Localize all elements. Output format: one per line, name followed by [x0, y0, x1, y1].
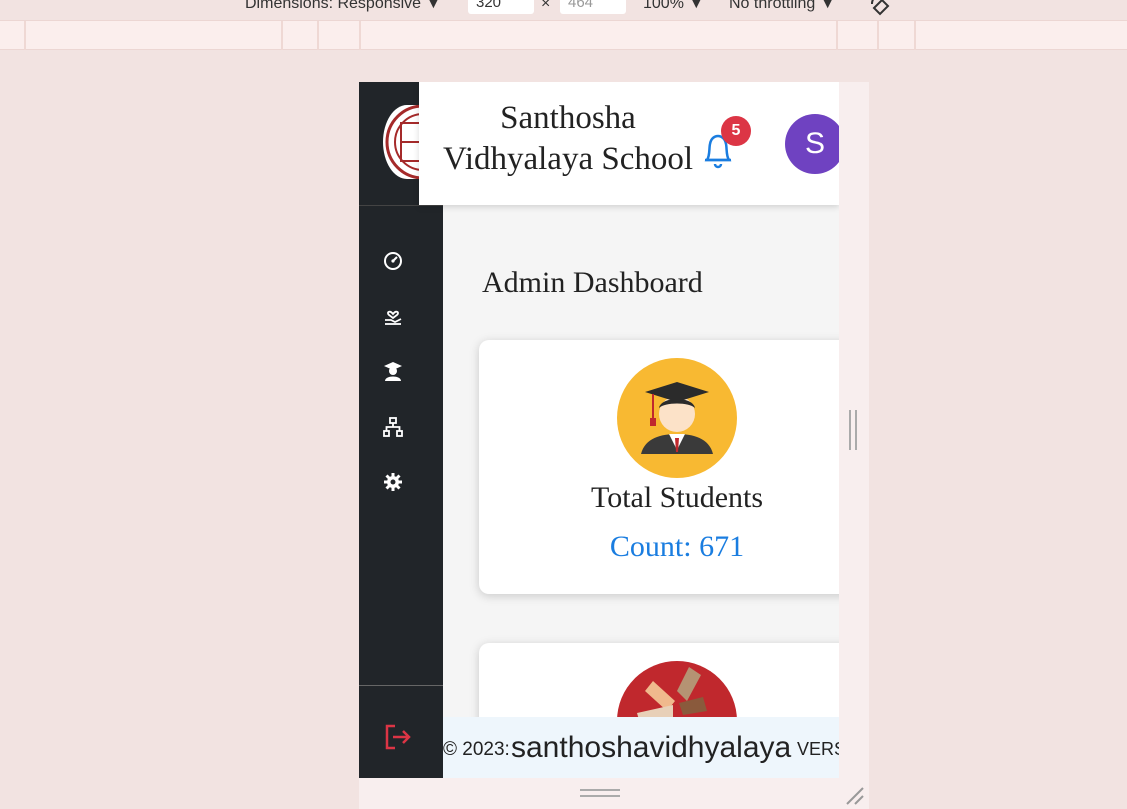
devtools-toolbar: Dimensions: Responsive ▼ 320 × 464 100% …: [0, 0, 1127, 20]
throttle-dropdown[interactable]: No throttling ▼: [729, 0, 836, 13]
logout-icon[interactable]: [383, 722, 413, 752]
device-viewport: Santhosha Vidhyalaya School 5 S Admin Da…: [359, 82, 839, 778]
zoom-dropdown[interactable]: 100% ▼: [643, 0, 704, 13]
height-input[interactable]: 464: [560, 0, 626, 14]
resize-handle-right[interactable]: [849, 410, 857, 450]
footer-site-name: santhoshavidhyalaya: [511, 731, 792, 764]
card-label: Total Students: [590, 481, 764, 514]
dashboard-icon[interactable]: [383, 250, 403, 270]
school-name-line2: Vidhyalaya School: [442, 141, 694, 177]
gear-icon[interactable]: [383, 472, 403, 492]
width-input[interactable]: 320: [468, 0, 534, 14]
hierarchy-icon[interactable]: [383, 417, 403, 437]
school-name-line1: Santhosha: [500, 100, 636, 136]
graduate-student-icon: [617, 358, 737, 478]
resize-handle-bottom[interactable]: [580, 789, 620, 797]
card-count: Count: 671: [609, 530, 745, 563]
sidebar-logo-area: [359, 82, 431, 205]
hand-heart-icon[interactable]: [383, 306, 403, 326]
top-header: Santhosha Vidhyalaya School 5 S: [419, 82, 839, 205]
rotate-icon[interactable]: [868, 0, 894, 16]
resize-corner-icon[interactable]: [843, 784, 865, 806]
sidebar: [359, 205, 443, 778]
footer-version: VERS: [797, 739, 839, 759]
footer: © 2023: santhoshavidhyalaya VERS: [443, 717, 839, 778]
times-sign: ×: [541, 0, 551, 12]
page-title: Admin Dashboard: [482, 266, 703, 299]
dimensions-dropdown[interactable]: Dimensions: Responsive ▼: [245, 0, 441, 13]
school-name: Santhosha Vidhyalaya School: [437, 98, 699, 180]
footer-copyright: © 2023:: [443, 739, 510, 760]
media-query-ruler[interactable]: [0, 20, 1127, 50]
total-students-card[interactable]: Total Students Count: 671: [479, 340, 839, 594]
avatar[interactable]: S: [785, 114, 839, 174]
notification-badge: 5: [721, 116, 751, 146]
sidebar-divider: [359, 685, 443, 686]
graduate-icon[interactable]: [383, 361, 403, 381]
